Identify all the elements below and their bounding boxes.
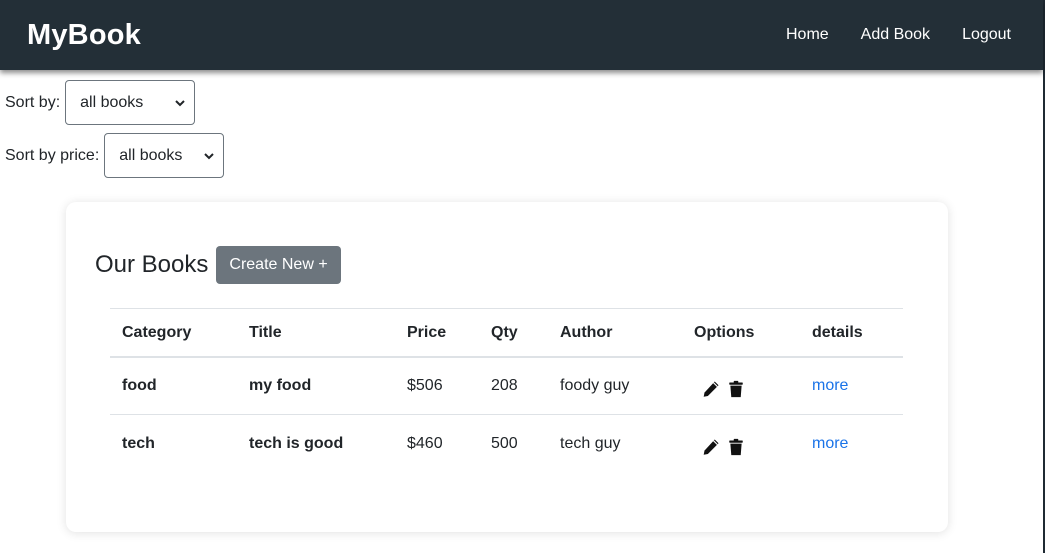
chevron-down-icon — [204, 152, 214, 159]
card-header: Our Books Create New + — [95, 246, 341, 284]
sort-by-filter: Sort by: all books — [5, 80, 196, 125]
table-row: tech tech is good $460 500 tech guy more — [110, 415, 903, 472]
pencil-icon[interactable] — [702, 380, 720, 398]
nav-link-logout[interactable]: Logout — [962, 26, 1011, 44]
header-details: details — [812, 323, 863, 341]
cell-price: $460 — [407, 434, 443, 452]
header-price: Price — [407, 323, 447, 341]
options-cell — [694, 358, 745, 414]
create-new-button[interactable]: Create New + — [216, 246, 341, 284]
books-table: Category Title Price Qty Author Options … — [110, 308, 903, 472]
cell-title: tech is good — [249, 434, 344, 452]
books-card: Our Books Create New + Category Title Pr… — [66, 202, 948, 532]
nav-link-add-book[interactable]: Add Book — [861, 26, 930, 44]
card-title: Our Books — [95, 251, 209, 278]
cell-qty: 500 — [491, 434, 518, 452]
cell-author: tech guy — [560, 434, 621, 452]
header-options: Options — [694, 323, 755, 341]
more-link[interactable]: more — [812, 415, 848, 472]
table-header-row: Category Title Price Qty Author Options … — [110, 308, 903, 358]
header-title: Title — [249, 323, 282, 341]
sort-by-price-select[interactable]: all books — [104, 133, 225, 178]
pencil-icon[interactable] — [702, 438, 720, 456]
cell-title: my food — [249, 377, 312, 394]
brand-logo[interactable]: MyBook — [27, 19, 141, 52]
header-qty: Qty — [491, 323, 518, 341]
nav-link-home[interactable]: Home — [786, 26, 829, 44]
header-author: Author — [560, 323, 613, 341]
cell-qty: 208 — [491, 377, 518, 394]
sort-by-price-label: Sort by price: — [5, 146, 100, 164]
navbar: MyBook Home Add Book Logout — [0, 0, 1043, 70]
sort-by-select[interactable]: all books — [65, 80, 196, 125]
table-row: food my food $506 208 foody guy more — [110, 358, 903, 415]
trash-icon[interactable] — [727, 438, 745, 456]
cell-price: $506 — [407, 377, 443, 394]
nav-links: Home Add Book Logout — [754, 26, 1011, 44]
sort-by-price-filter: Sort by price: all books — [5, 133, 225, 178]
header-category: Category — [122, 323, 192, 341]
sort-by-label: Sort by: — [5, 93, 61, 111]
cell-author: foody guy — [560, 377, 630, 394]
cell-category: tech — [122, 434, 155, 452]
options-cell — [694, 415, 745, 472]
chevron-down-icon — [175, 99, 185, 106]
sort-by-price-selected: all books — [119, 146, 183, 164]
trash-icon[interactable] — [727, 380, 745, 398]
sort-by-selected: all books — [80, 93, 144, 111]
cell-category: food — [122, 377, 157, 394]
more-link[interactable]: more — [812, 358, 848, 414]
